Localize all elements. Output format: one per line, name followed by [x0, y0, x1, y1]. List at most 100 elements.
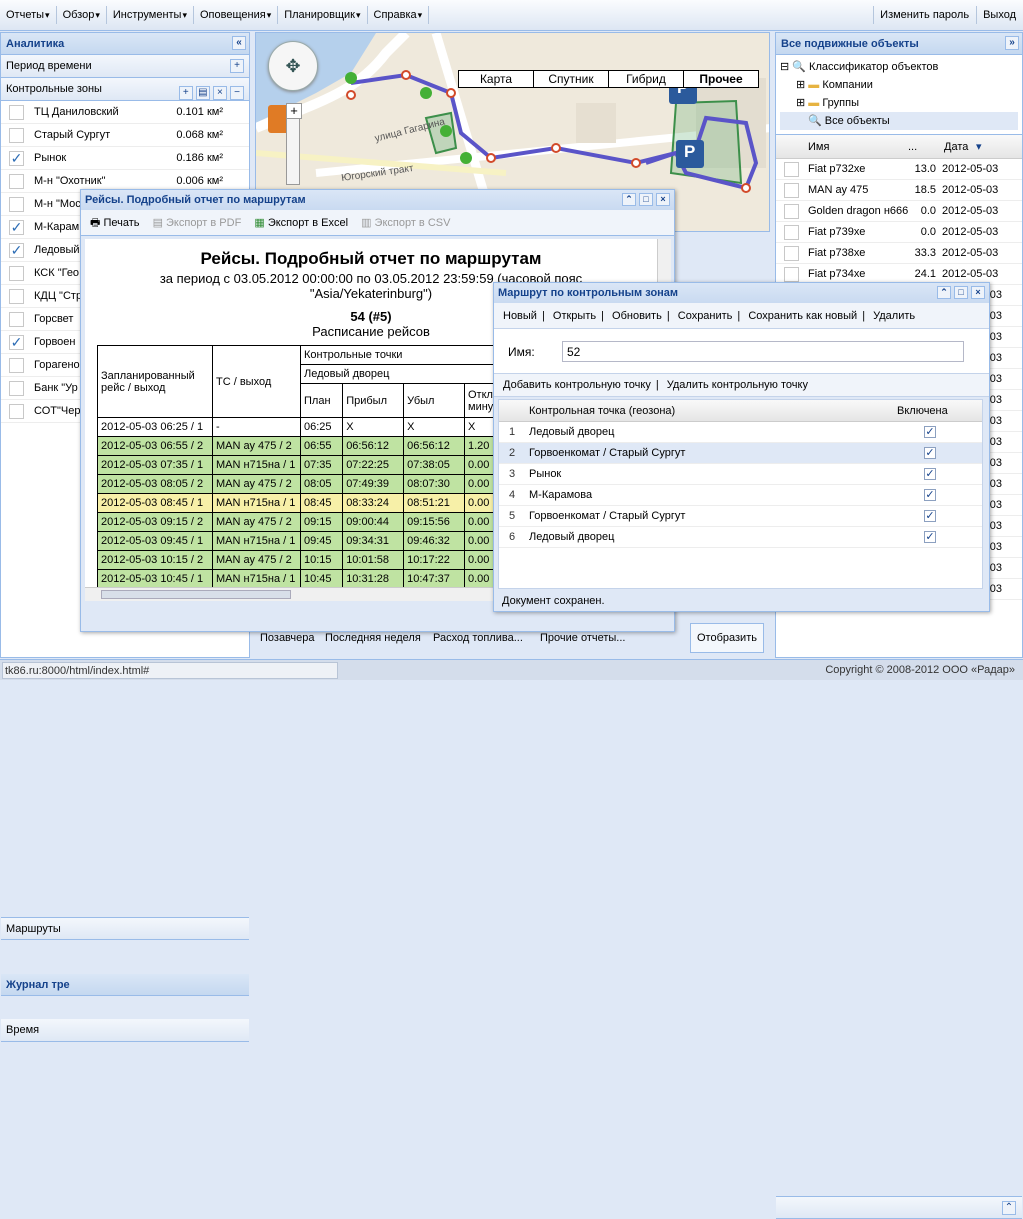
- menu-alerts[interactable]: Оповещения: [194, 6, 279, 24]
- object-row[interactable]: Fiat р739хе 0.0 2012-05-03: [776, 222, 1022, 243]
- table-row[interactable]: 2012-05-03 08:05 / 2 MAN ау 475 / 2 08:05 0…: [97, 474, 517, 494]
- table-row[interactable]: 2012-05-03 06:55 / 2 MAN ау 475 / 2 06:55 0…: [97, 436, 517, 456]
- object-checkbox[interactable]: [784, 225, 799, 240]
- menu-reports[interactable]: Отчеты: [0, 6, 57, 24]
- col-enabled[interactable]: Включена: [897, 400, 948, 422]
- table-row[interactable]: 2012-05-03 10:45 / 1 MAN н715на / 1 10:45 1…: [97, 569, 517, 587]
- collapse-left-icon[interactable]: «: [232, 36, 246, 50]
- zone-row[interactable]: Старый Сургут 0.068 км²: [1, 124, 249, 147]
- journal-time-column[interactable]: Время: [1, 1019, 249, 1042]
- menu-help[interactable]: Справка: [368, 6, 430, 24]
- zone-checkbox[interactable]: [9, 381, 24, 396]
- object-row[interactable]: Fiat р732хе 13.0 2012-05-03: [776, 159, 1022, 180]
- zone-row[interactable]: ✓ Рынок 0.186 км²: [1, 147, 249, 170]
- pan-control-icon[interactable]: ✥: [268, 41, 318, 91]
- menu-scheduler[interactable]: Планировщик: [278, 6, 368, 24]
- export-pdf-button[interactable]: ▤ Экспорт в PDF: [148, 213, 247, 233]
- minimize-icon[interactable]: ⌃: [937, 286, 951, 299]
- point-enabled-checkbox[interactable]: ✓: [924, 531, 936, 543]
- zone-checkbox[interactable]: ✓: [9, 220, 24, 235]
- time-period-row[interactable]: Период времени +: [1, 55, 249, 78]
- hscroll-thumb[interactable]: [101, 590, 291, 599]
- expand-plus-icon[interactable]: +: [230, 59, 244, 73]
- object-row[interactable]: MAN ау 475 18.5 2012-05-03: [776, 180, 1022, 201]
- point-row[interactable]: 2 Горвоенкомат / Старый Сургут ✓: [499, 443, 982, 464]
- table-row[interactable]: 2012-05-03 09:45 / 1 MAN н715на / 1 09:45 0…: [97, 531, 517, 551]
- col-point[interactable]: Контрольная точка (геозона): [529, 400, 675, 422]
- object-row[interactable]: Golden dragon н666 0.0 2012-05-03: [776, 201, 1022, 222]
- tree-companies[interactable]: ⊞ ▬ Компании: [780, 76, 1018, 94]
- zone-checkbox[interactable]: ✓: [9, 243, 24, 258]
- point-row[interactable]: 1 Ледовый дворец ✓: [499, 422, 982, 443]
- zone-checkbox[interactable]: [9, 174, 24, 189]
- col-dots[interactable]: ...: [908, 135, 917, 159]
- show-button[interactable]: Отобразить: [690, 623, 764, 653]
- tree-all-objects[interactable]: 🔍 Все объекты: [780, 112, 1018, 130]
- col-date[interactable]: Дата: [944, 135, 968, 159]
- object-checkbox[interactable]: [784, 204, 799, 219]
- add-zone-icon[interactable]: +: [178, 86, 193, 101]
- object-checkbox[interactable]: [784, 162, 799, 177]
- menu-overview[interactable]: Обзор: [57, 6, 107, 24]
- save-zone-icon[interactable]: ▤: [195, 86, 210, 101]
- point-row[interactable]: 5 Горвоенкомат / Старый Сургут ✓: [499, 506, 982, 527]
- zone-checkbox[interactable]: ✓: [9, 151, 24, 166]
- zone-checkbox[interactable]: [9, 312, 24, 327]
- tree-groups[interactable]: ⊞ ▬ Группы: [780, 94, 1018, 112]
- tree-root[interactable]: ⊟ 🔍 Классификатор объектов: [780, 58, 1018, 76]
- zone-checkbox[interactable]: [9, 289, 24, 304]
- map-type-map[interactable]: Карта: [458, 70, 534, 88]
- zone-checkbox[interactable]: [9, 266, 24, 281]
- object-checkbox[interactable]: [784, 246, 799, 261]
- map-type-other[interactable]: Прочее: [683, 70, 759, 88]
- export-csv-button[interactable]: ▥ Экспорт в CSV: [356, 213, 455, 233]
- zoom-in-icon[interactable]: +: [286, 103, 302, 119]
- remove-zone-icon[interactable]: −: [230, 86, 244, 101]
- map-type-satellite[interactable]: Спутник: [533, 70, 609, 88]
- new-button[interactable]: Новый: [498, 306, 542, 326]
- open-button[interactable]: Открыть: [548, 306, 601, 326]
- save-button[interactable]: Сохранить: [673, 306, 738, 326]
- delete-button[interactable]: Удалить: [868, 306, 920, 326]
- point-enabled-checkbox[interactable]: ✓: [924, 426, 936, 438]
- maximize-icon[interactable]: □: [954, 286, 968, 299]
- point-enabled-checkbox[interactable]: ✓: [924, 468, 936, 480]
- table-row[interactable]: 2012-05-03 10:15 / 2 MAN ау 475 / 2 10:15 1…: [97, 550, 517, 570]
- routes-row[interactable]: Маршруты: [1, 917, 249, 940]
- expand-up-icon[interactable]: ⌃: [1002, 1201, 1016, 1215]
- table-row[interactable]: 2012-05-03 09:15 / 2 MAN ау 475 / 2 09:15 0…: [97, 512, 517, 532]
- zone-checkbox[interactable]: [9, 358, 24, 373]
- change-password-button[interactable]: Изменить пароль: [873, 6, 976, 24]
- maximize-icon[interactable]: □: [639, 193, 653, 206]
- col-name[interactable]: Имя: [808, 135, 829, 159]
- minimize-icon[interactable]: ⌃: [622, 193, 636, 206]
- menu-tools[interactable]: Инструменты: [107, 6, 194, 24]
- close-icon[interactable]: ×: [656, 193, 670, 206]
- point-row[interactable]: 3 Рынок ✓: [499, 464, 982, 485]
- object-checkbox[interactable]: [784, 267, 799, 282]
- point-row[interactable]: 6 Ледовый дворец ✓: [499, 527, 982, 548]
- table-row[interactable]: 2012-05-03 08:45 / 1 MAN н715на / 1 08:45 0…: [97, 493, 517, 513]
- map-type-hybrid[interactable]: Гибрид: [608, 70, 684, 88]
- add-point-button[interactable]: Добавить контрольную точку: [498, 375, 656, 395]
- close-icon[interactable]: ×: [971, 286, 985, 299]
- table-row[interactable]: 2012-05-03 07:35 / 1 MAN н715на / 1 07:35 0…: [97, 455, 517, 475]
- point-enabled-checkbox[interactable]: ✓: [924, 447, 936, 459]
- zone-row[interactable]: ТЦ Даниловский 0.101 км²: [1, 101, 249, 124]
- zone-checkbox[interactable]: ✓: [9, 335, 24, 350]
- point-enabled-checkbox[interactable]: ✓: [924, 510, 936, 522]
- object-row[interactable]: Fiat р738хе 33.3 2012-05-03: [776, 243, 1022, 264]
- zone-checkbox[interactable]: [9, 404, 24, 419]
- logout-button[interactable]: Выход: [976, 6, 1023, 24]
- object-checkbox[interactable]: [784, 183, 799, 198]
- export-excel-button[interactable]: ▦ Экспорт в Excel: [249, 213, 353, 233]
- save-as-new-button[interactable]: Сохранить как новый: [743, 306, 862, 326]
- table-row[interactable]: 2012-05-03 06:25 / 1-06:25 X X X: [97, 417, 517, 437]
- point-enabled-checkbox[interactable]: ✓: [924, 489, 936, 501]
- collapse-right-icon[interactable]: »: [1005, 36, 1019, 50]
- close-zone-icon[interactable]: ×: [212, 86, 227, 101]
- zone-checkbox[interactable]: [9, 105, 24, 120]
- zone-checkbox[interactable]: [9, 128, 24, 143]
- remove-point-button[interactable]: Удалить контрольную точку: [662, 375, 813, 395]
- refresh-button[interactable]: Обновить: [607, 306, 667, 326]
